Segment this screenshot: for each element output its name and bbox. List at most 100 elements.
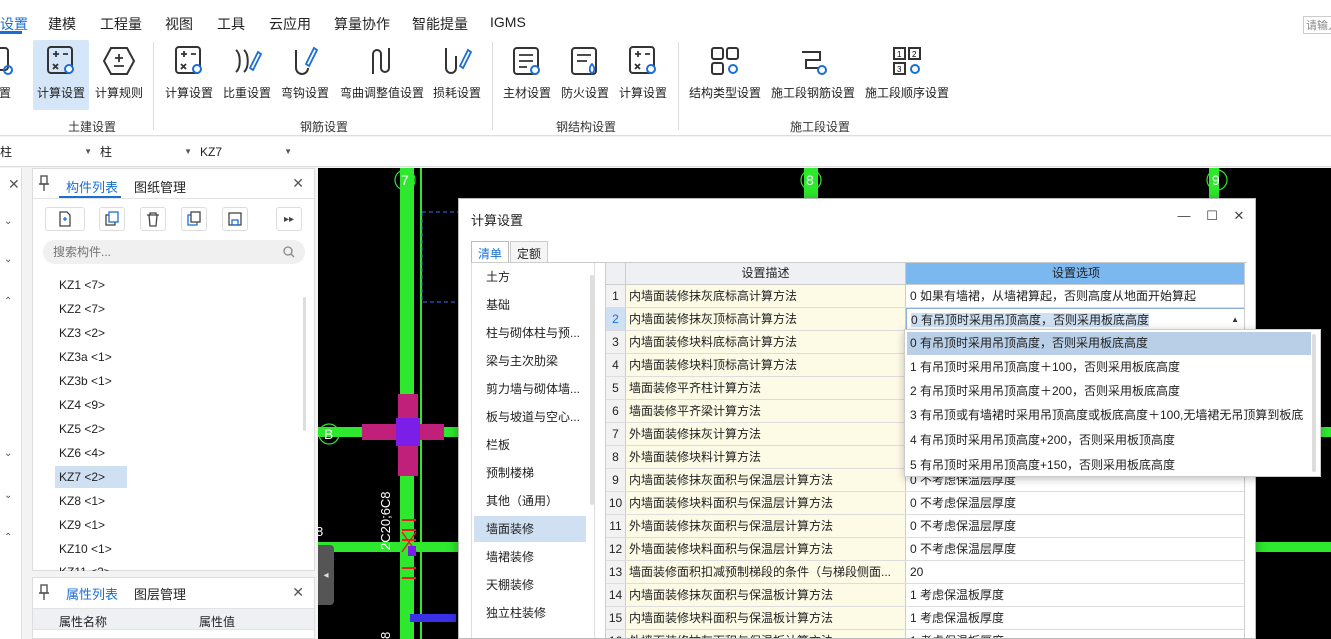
list-item[interactable]: 基础 <box>474 292 586 318</box>
list-item[interactable]: 剪力墙与砌体墙... <box>474 376 586 402</box>
table-row[interactable]: 12 外墙面装修块料面积与保温层计算方法 0 不考虑保温层厚度 <box>606 538 1244 561</box>
list-item[interactable]: 梁与主次肋梁 <box>474 348 586 374</box>
list-item[interactable]: KZ5 <2> <box>55 418 127 440</box>
table-row[interactable]: 16 外墙面装修抹灰面积与保温板计算方法 1 考虑保温板厚度 <box>606 630 1244 638</box>
chevron-down-icon[interactable]: ⌄ <box>4 490 12 501</box>
menu-tab-smart[interactable]: 智能提量 <box>412 14 468 34</box>
option-select[interactable]: 0 有吊顶时采用吊顶高度，否则采用板底高度 ▲ <box>906 308 1244 330</box>
structure-type-button[interactable]: 结构类型设置 <box>686 40 764 110</box>
tab-property-list[interactable]: 属性列表 <box>66 584 118 603</box>
search-box[interactable]: 请输入 <box>1303 16 1331 34</box>
menu-tab-cloud[interactable]: 云应用 <box>269 14 311 34</box>
list-item[interactable]: 土方 <box>474 264 586 290</box>
list-item[interactable]: 独立柱装修 <box>474 600 586 626</box>
close-icon[interactable]: ✕ <box>292 584 304 601</box>
list-item[interactable]: 柱与砌体柱与预... <box>474 320 586 346</box>
delete-button[interactable] <box>140 207 166 231</box>
menu-tab-collab[interactable]: 算量协作 <box>334 14 390 34</box>
tab-layer-manage[interactable]: 图层管理 <box>134 584 186 603</box>
steel-calc-settings-button[interactable]: 计算设置 <box>616 40 670 110</box>
list-item[interactable]: KZ1 <7> <box>55 274 127 296</box>
tab-component-list[interactable]: 构件列表 <box>66 177 118 196</box>
list-item[interactable]: KZ11 <2> <box>55 562 127 571</box>
list-item[interactable]: 其他（通用） <box>474 488 586 514</box>
list-item[interactable]: 天棚装修 <box>474 572 586 598</box>
list-item[interactable]: KZ10 <1> <box>55 538 127 560</box>
weight-settings-button[interactable]: 比重设置 <box>220 40 274 110</box>
stage-order-button[interactable]: 123 施工段顺序设置 <box>862 40 952 110</box>
list-item[interactable]: KZ8 <1> <box>55 490 127 512</box>
chevron-down-icon[interactable]: ⌄ <box>4 448 12 459</box>
component-selector[interactable]: KZ7 ▼ <box>200 142 292 162</box>
fire-settings-button[interactable]: 防火设置 <box>558 40 612 110</box>
list-item[interactable]: KZ4 <9> <box>55 394 127 416</box>
list-item[interactable]: KZ6 <4> <box>55 442 127 464</box>
close-icon[interactable]: ✕ <box>1230 207 1248 225</box>
type-selector[interactable]: 柱 ▼ <box>100 142 192 162</box>
list-item[interactable]: KZ2 <7> <box>55 298 127 320</box>
floor-selector[interactable]: 柱 ▼ <box>0 142 92 162</box>
calc-rules-button[interactable]: 计算规则 <box>92 40 146 110</box>
chevron-down-icon[interactable]: ⌄ <box>4 254 12 265</box>
list-item[interactable]: 栏板 <box>474 432 586 458</box>
more-button[interactable]: ▸▸ <box>276 207 302 231</box>
table-row[interactable]: 10 内墙面装修块料面积与保温层计算方法 0 不考虑保温层厚度 <box>606 492 1244 515</box>
dropdown-option[interactable]: 4 有吊顶时采用吊顶高度+200，否则采用板顶高度 <box>907 429 1311 452</box>
dropdown-option[interactable]: 2 有吊顶时采用吊顶高度＋200，否则采用板底高度 <box>907 380 1311 403</box>
search-icon[interactable] <box>283 246 295 258</box>
chevron-down-icon[interactable]: ⌄ <box>4 216 12 227</box>
list-item[interactable]: KZ3b <1> <box>55 370 127 392</box>
tab-quota[interactable]: 定额 <box>510 241 549 263</box>
dropdown-arrow-icon[interactable]: ▲ <box>1231 309 1239 329</box>
stage-rebar-button[interactable]: 施工段钢筋设置 <box>768 40 858 110</box>
close-icon[interactable]: ✕ <box>292 175 304 192</box>
component-search-input[interactable] <box>53 244 273 260</box>
minimize-icon[interactable]: — <box>1175 207 1193 225</box>
list-item[interactable]: KZ3a <1> <box>55 346 127 368</box>
list-item[interactable]: 板与坡道与空心... <box>474 404 586 430</box>
hook-settings-button[interactable]: 弯钩设置 <box>278 40 332 110</box>
layer-copy-button[interactable] <box>181 207 207 231</box>
table-row[interactable]: 15 内墙面装修块料面积与保温板计算方法 1 考虑保温板厚度 <box>606 607 1244 630</box>
calc-settings-button[interactable]: 计算设置 <box>33 40 89 110</box>
list-item-selected[interactable]: 墙面装修 <box>474 516 586 542</box>
scrollbar[interactable] <box>1312 334 1316 472</box>
dropdown-option[interactable]: 5 有吊顶时采用吊顶高度+150，否则采用板底高度 <box>907 454 1311 476</box>
rebar-calc-settings-button[interactable]: 计算设置 <box>162 40 216 110</box>
scrollbar[interactable] <box>590 275 594 505</box>
main-material-button[interactable]: 主材设置 <box>500 40 554 110</box>
settings-button-partial[interactable]: 设置 <box>0 40 16 110</box>
menu-tab-tools[interactable]: 工具 <box>217 14 245 34</box>
bend-adjust-button[interactable]: 弯曲调整值设置 <box>338 40 426 110</box>
list-item[interactable]: 预制楼梯 <box>474 460 586 486</box>
tab-drawing-manage[interactable]: 图纸管理 <box>134 177 186 196</box>
pin-icon[interactable] <box>39 584 49 600</box>
copy-button[interactable] <box>99 207 125 231</box>
save-template-button[interactable] <box>222 207 248 231</box>
table-row-selected[interactable]: 2 内墙面装修抹灰顶标高计算方法 0 有吊顶时采用吊顶高度，否则采用板底高度 ▲ <box>606 308 1244 331</box>
table-row[interactable]: 1 内墙面装修抹灰底标高计算方法 0 如果有墙裙，从墙裙算起，否则高度从地面开始… <box>606 285 1244 308</box>
chevron-up-icon[interactable]: ⌃ <box>4 296 12 307</box>
pin-icon[interactable] <box>39 175 49 191</box>
tab-bill[interactable]: 清单 <box>471 241 510 263</box>
collapse-panel-button[interactable]: ◂ <box>318 545 334 605</box>
list-item[interactable]: KZ9 <1> <box>55 514 127 536</box>
loss-settings-button[interactable]: 损耗设置 <box>430 40 484 110</box>
close-icon[interactable]: ✕ <box>8 176 20 193</box>
table-row[interactable]: 11 外墙面装修抹灰面积与保温层计算方法 0 不考虑保温层厚度 <box>606 515 1244 538</box>
list-item-selected[interactable]: KZ7 <2> <box>55 466 127 488</box>
dropdown-option[interactable]: 1 有吊顶时采用吊顶高度＋100，否则采用板底高度 <box>907 356 1311 379</box>
menu-tab-quantity[interactable]: 工程量 <box>100 14 142 34</box>
new-component-button[interactable] <box>45 207 85 231</box>
chevron-up-icon[interactable]: ⌃ <box>4 532 12 543</box>
dropdown-option-selected[interactable]: 0 有吊顶时采用吊顶高度，否则采用板底高度 <box>907 332 1311 355</box>
list-item[interactable]: 墙裙装修 <box>474 544 586 570</box>
table-row[interactable]: 13 墙面装修面积扣减预制梯段的条件（与梯段侧面... 20 <box>606 561 1244 584</box>
menu-tab-view[interactable]: 视图 <box>165 14 193 34</box>
table-row[interactable]: 14 内墙面装修抹灰面积与保温板计算方法 1 考虑保温板厚度 <box>606 584 1244 607</box>
list-item[interactable]: KZ3 <2> <box>55 322 127 344</box>
menu-tab-igms[interactable]: IGMS <box>490 14 526 30</box>
maximize-icon[interactable]: ☐ <box>1203 207 1221 225</box>
menu-tab-modeling[interactable]: 建模 <box>48 14 76 34</box>
dropdown-option[interactable]: 3 有吊顶或有墙裙时采用吊顶高度或板底高度＋100,无墙裙无吊顶算到板底 <box>907 404 1311 427</box>
